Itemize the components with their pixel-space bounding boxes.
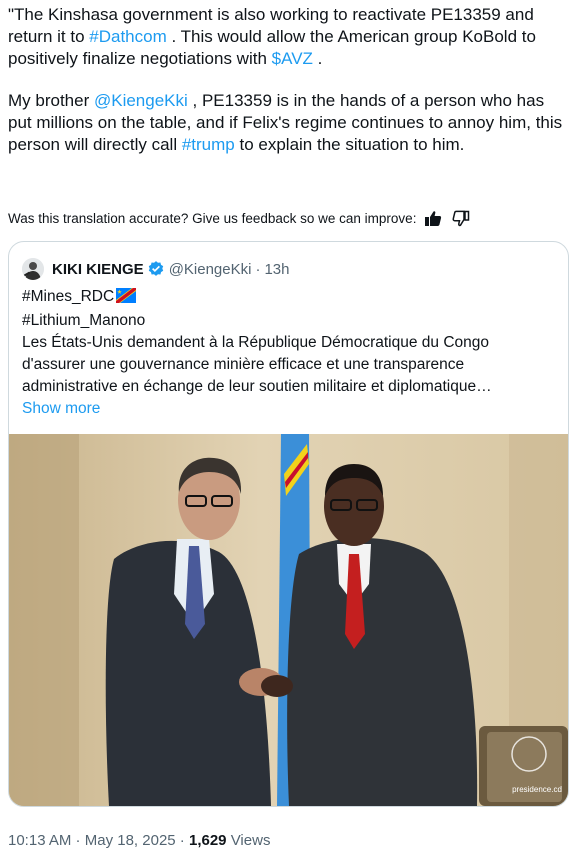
tweet-date[interactable]: May 18, 2025 [85, 832, 176, 849]
photo-watermark: presidence.cd [512, 785, 562, 794]
tweet-text: "The Kinshasa government is also working… [8, 4, 570, 176]
separator-dot: · [255, 260, 261, 278]
quoted-line-3: Les États-Unis demandent à la République… [22, 334, 490, 351]
quoted-author-name[interactable]: KIKI KIENGE [52, 261, 144, 278]
hashtag-mines-rdc: #Mines_RDC [22, 288, 115, 305]
quoted-photo[interactable]: presidence.cd [9, 434, 568, 806]
text-span: to explain the situation to him. [234, 135, 465, 154]
hashtag-link-dathcom[interactable]: #Dathcom [89, 27, 166, 46]
mention-link-kiengekki[interactable]: @KiengeKki [94, 91, 188, 110]
hashtag-link-trump[interactable]: #trump [182, 135, 235, 154]
feedback-text: Was this translation accurate? Give us f… [8, 210, 417, 226]
quoted-tweet-header: KIKI KIENGE @KiengeKki · 13h [22, 258, 290, 280]
show-more-link[interactable]: Show more [22, 398, 562, 420]
text-span: My brother [8, 91, 94, 110]
cashtag-link-avz[interactable]: $AVZ [272, 49, 313, 68]
quoted-author-handle[interactable]: @KiengeKki [169, 261, 252, 278]
drc-flag-icon [116, 288, 137, 310]
quoted-line-2: #Lithium_Manono [22, 312, 146, 329]
tweet-paragraph-1: "The Kinshasa government is also working… [8, 4, 570, 70]
thumbs-down-icon[interactable] [450, 208, 472, 228]
tweet-paragraph-2: My brother @KiengeKki , PE13359 is in th… [8, 90, 570, 156]
tweet-meta: 10:13 AM · May 18, 2025 · 1,629 Views [8, 832, 270, 849]
quoted-tweet-card[interactable]: KIKI KIENGE @KiengeKki · 13h #Mines_RDC … [8, 241, 569, 807]
views-label: Views [226, 832, 271, 849]
separator: · [71, 832, 85, 849]
thumbs-up-icon[interactable] [422, 208, 444, 228]
views-count: 1,629 [188, 832, 227, 849]
text-span: . [312, 49, 323, 68]
quoted-tweet-body: #Mines_RDC #Lithium_Manono Les États-Uni… [22, 286, 562, 420]
separator: · [175, 832, 189, 849]
quoted-timestamp[interactable]: 13h [264, 261, 289, 278]
quoted-line-4: d'assurer une gouvernance minière effica… [22, 356, 465, 373]
quoted-line-1: #Mines_RDC [22, 286, 562, 310]
tweet-time[interactable]: 10:13 AM [8, 832, 71, 849]
avatar[interactable] [22, 258, 44, 280]
translation-feedback: Was this translation accurate? Give us f… [8, 208, 570, 228]
photo-illustration: presidence.cd [9, 434, 568, 806]
verified-badge-icon [147, 260, 165, 278]
quoted-line-5: administrative en échange de leur soutie… [22, 378, 492, 395]
